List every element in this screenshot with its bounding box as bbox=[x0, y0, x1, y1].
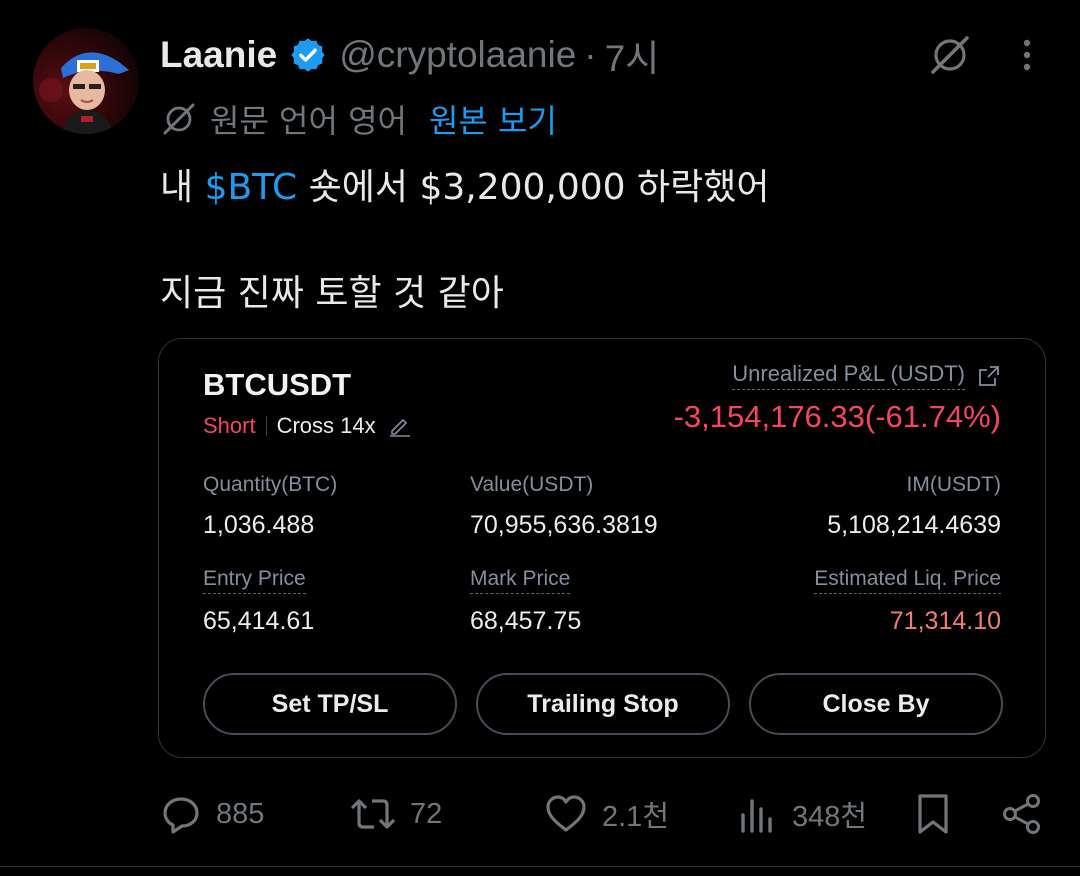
views-bar-icon bbox=[738, 793, 778, 835]
entry-price-value: 65,414.61 bbox=[203, 607, 315, 635]
value-value: 70,955,636.3819 bbox=[470, 511, 658, 539]
show-original-link[interactable]: 원본 보기 bbox=[429, 96, 557, 142]
margin-mode: Cross 14x bbox=[276, 413, 376, 438]
reply-button[interactable]: 885 bbox=[160, 786, 264, 842]
pnl-value: -3,154,176.33(-61.74%) bbox=[673, 399, 1001, 434]
like-button[interactable]: 2.1천 bbox=[544, 786, 669, 842]
more-vertical-icon[interactable] bbox=[1006, 32, 1048, 78]
header-separator: · bbox=[584, 34, 597, 75]
translation-note: 원문 언어 영어 bbox=[210, 102, 407, 140]
liq-price-label: Estimated Liq. Price bbox=[814, 567, 1001, 594]
im-value: 5,108,214.4639 bbox=[827, 511, 1001, 539]
like-count: 2.1천 bbox=[602, 801, 669, 833]
divider bbox=[0, 866, 1080, 867]
cashtag-link[interactable]: $BTC bbox=[205, 167, 298, 208]
views-button[interactable]: 348천 bbox=[738, 786, 867, 842]
repost-button[interactable]: 72 bbox=[350, 786, 442, 842]
external-share-icon bbox=[977, 364, 1001, 388]
verified-badge-icon[interactable] bbox=[289, 36, 327, 74]
value-label: Value(USDT) bbox=[470, 473, 594, 496]
heart-icon bbox=[544, 793, 588, 835]
mark-price-label: Mark Price bbox=[470, 567, 571, 594]
position-symbol: BTCUSDT bbox=[203, 367, 352, 402]
repost-count: 72 bbox=[410, 797, 443, 830]
share-icon bbox=[1000, 792, 1044, 836]
im-label: IM(USDT) bbox=[906, 473, 1001, 496]
grok-icon[interactable] bbox=[922, 30, 978, 80]
translation-bar: 원문 언어 영어 원본 보기 bbox=[160, 96, 557, 142]
position-side: Short bbox=[203, 413, 256, 438]
avatar-image bbox=[33, 28, 139, 134]
tweet-action-bar: 885 72 2.1천 348천 bbox=[0, 786, 1080, 842]
pnl-label-row: Unrealized P&L (USDT) bbox=[732, 361, 1001, 390]
display-name[interactable]: Laanie bbox=[160, 34, 277, 76]
position-card-image[interactable]: BTCUSDT Short Cross 14x Unrealized P&L (… bbox=[158, 338, 1046, 758]
tweet-text-line-1: 내 $BTC 숏에서 $3,200,000 하락했어 bbox=[160, 158, 770, 210]
tweet-header: Laanie @cryptolaanie · 7시 bbox=[160, 28, 659, 82]
tag-divider bbox=[265, 416, 267, 436]
close-by-button: Close By bbox=[749, 673, 1003, 735]
reply-count: 885 bbox=[216, 797, 265, 830]
bookmark-icon bbox=[914, 792, 952, 836]
pencil-icon bbox=[388, 414, 412, 438]
liq-price-value: 71,314.10 bbox=[889, 607, 1001, 635]
repost-icon bbox=[350, 793, 396, 835]
quantity-value: 1,036.488 bbox=[203, 511, 315, 539]
tweet-text-line-2: 지금 진짜 토할 것 같아 bbox=[160, 273, 504, 314]
translate-icon bbox=[160, 100, 198, 138]
position-tags: Short Cross 14x bbox=[203, 413, 412, 439]
pnl-label: Unrealized P&L (USDT) bbox=[732, 361, 965, 390]
share-button[interactable] bbox=[1000, 786, 1044, 842]
tweet-text-suffix: 숏에서 $3,200,000 하락했어 bbox=[297, 167, 770, 208]
entry-price-label: Entry Price bbox=[203, 567, 306, 594]
tweet-text-prefix: 내 bbox=[160, 167, 205, 208]
bookmark-button[interactable] bbox=[914, 786, 952, 842]
post-time[interactable]: 7시 bbox=[605, 28, 660, 82]
set-tp-sl-button: Set TP/SL bbox=[203, 673, 457, 735]
avatar[interactable] bbox=[33, 28, 139, 134]
user-handle[interactable]: @cryptolaanie bbox=[339, 34, 576, 76]
trailing-stop-button: Trailing Stop bbox=[476, 673, 730, 735]
reply-icon bbox=[160, 793, 202, 835]
quantity-label: Quantity(BTC) bbox=[203, 473, 338, 496]
mark-price-value: 68,457.75 bbox=[470, 607, 582, 635]
views-count: 348천 bbox=[792, 801, 868, 833]
